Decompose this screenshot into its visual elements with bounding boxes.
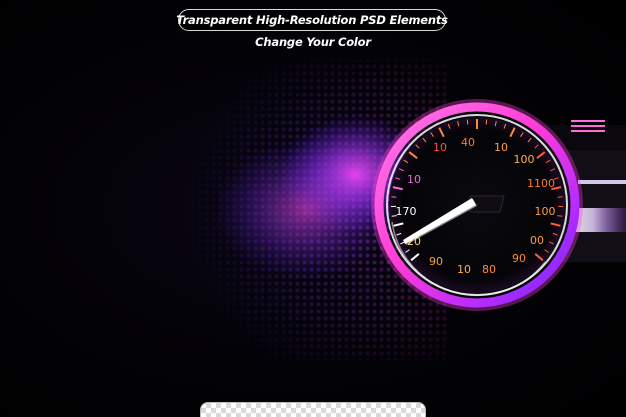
gauge-scale-label: 100 bbox=[535, 205, 556, 218]
stage: 10 170 20 90 10 80 90 00 100 1100 100 10 40 10 Transp… bbox=[0, 0, 626, 417]
gauge-scale-label: 10 bbox=[407, 173, 421, 186]
gauge-tick bbox=[557, 215, 563, 217]
speedometer-artwork: 10170209010 8090001001100100104010 bbox=[150, 60, 626, 360]
gauge-scale-label: 40 bbox=[461, 136, 475, 149]
gauge-scale-label: 170 bbox=[396, 205, 417, 218]
gauge-scale-label: 90 bbox=[512, 252, 526, 265]
gauge-scale-label: 10 bbox=[494, 141, 508, 154]
gauge-scale-label: 10 bbox=[457, 263, 471, 276]
gauge-scale-label: 100 bbox=[514, 153, 535, 166]
header-subtitle: Change Your Color bbox=[255, 35, 371, 49]
gauge-scale-label: 10 bbox=[433, 141, 447, 154]
header-pill: Transparent High-Resolution PSD Elements bbox=[176, 9, 448, 31]
header-title: Transparent High-Resolution PSD Elements bbox=[176, 13, 448, 27]
transparency-checker-bar bbox=[200, 402, 426, 417]
right-highlight-bar bbox=[578, 180, 626, 184]
purple-glow-secondary bbox=[215, 140, 395, 280]
stripe-lines-icon bbox=[571, 120, 605, 132]
gauge-scale-label: 00 bbox=[530, 234, 544, 247]
gauge-scale-label: 1100 bbox=[527, 177, 555, 190]
gauge-scale-label: 80 bbox=[482, 263, 496, 276]
gauge-tick bbox=[466, 119, 469, 125]
gauge-tick bbox=[485, 119, 488, 125]
gauge-scale-label: 90 bbox=[429, 255, 443, 268]
